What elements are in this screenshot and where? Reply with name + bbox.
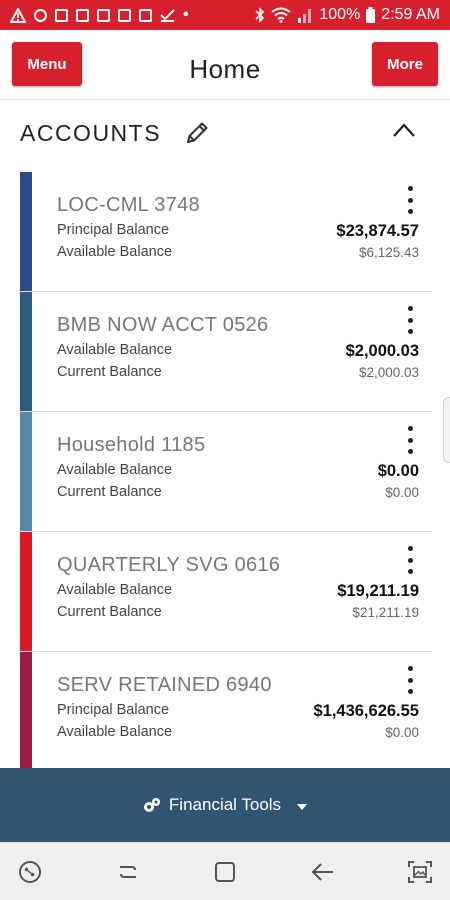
gallery-icon (55, 8, 68, 22)
account-card-household[interactable]: Household 1185 Available Balance $0.00 C… (20, 412, 432, 532)
account-color-bar (20, 652, 32, 772)
account-color-bar (20, 532, 32, 651)
account-color-bar (20, 172, 32, 291)
notification-icons: • (10, 6, 189, 24)
assistant-icon[interactable] (16, 858, 44, 886)
status-bar: • 100% 2:59 AM (0, 0, 450, 30)
kebab-menu-icon[interactable] (404, 306, 416, 334)
caret-down-icon (297, 803, 308, 810)
tools-icon (143, 798, 160, 812)
financial-tools-label: Financial Tools (168, 795, 282, 814)
balance-label-primary: Available Balance (57, 462, 173, 478)
account-name: SERV RETAINED 6940 (57, 674, 272, 696)
bag-icon (139, 8, 152, 22)
balance-label-secondary: Current Balance (57, 604, 162, 620)
balance-label-secondary: Current Balance (57, 364, 162, 380)
signal-icon (298, 9, 312, 23)
balance-label-primary: Available Balance (57, 342, 173, 358)
kebab-menu-icon[interactable] (404, 666, 416, 694)
pencil-icon[interactable] (184, 120, 210, 146)
image-icon (97, 8, 110, 22)
balance-label-primary: Principal Balance (57, 702, 170, 718)
account-card-bmb-now[interactable]: BMB NOW ACCT 0526 Available Balance $2,0… (20, 292, 432, 412)
more-button[interactable]: More (372, 42, 438, 86)
balance-amount-primary: $19,211.19 (337, 582, 419, 600)
wifi-icon (271, 7, 291, 23)
balance-amount-secondary: $21,211.19 (352, 605, 419, 620)
account-name: QUARTERLY SVG 0616 (57, 554, 281, 576)
balance-label-primary: Principal Balance (57, 222, 170, 238)
balance-amount-primary: $0.00 (377, 462, 419, 480)
warning-icon (10, 7, 26, 23)
account-name: BMB NOW ACCT 0526 (57, 314, 269, 336)
app-header: Menu Home More (0, 30, 450, 100)
account-card-quarterly-svg[interactable]: QUARTERLY SVG 0616 Available Balance $19… (20, 532, 432, 652)
balance-amount-secondary: $6,125.43 (358, 245, 419, 260)
recents-icon[interactable] (114, 858, 142, 886)
accounts-list: LOC-CML 3748 Principal Balance $23,874.5… (20, 172, 432, 772)
balance-amount-secondary: $0.00 (385, 485, 419, 500)
balance-label-secondary: Available Balance (57, 244, 173, 260)
balance-amount-primary: $1,436,626.55 (313, 702, 419, 720)
accounts-section-header: ACCOUNTS (0, 100, 450, 170)
balance-amount-secondary: $0.00 (385, 725, 419, 740)
account-card-serv-retained[interactable]: SERV RETAINED 6940 Principal Balance $1,… (20, 652, 432, 772)
account-color-bar (20, 412, 32, 531)
balance-amount-primary: $2,000.03 (345, 342, 419, 360)
account-color-bar (20, 292, 32, 411)
chevron-up-icon[interactable] (392, 122, 416, 138)
balance-amount-primary: $23,874.57 (336, 222, 419, 240)
status-right: 100% 2:59 AM (255, 6, 440, 24)
sync-icon (34, 8, 47, 22)
scroll-indicator[interactable] (443, 397, 450, 463)
balance-label-secondary: Available Balance (57, 724, 173, 740)
account-name: Household 1185 (57, 434, 206, 456)
download-done-icon (160, 9, 175, 22)
kebab-menu-icon[interactable] (404, 186, 416, 214)
more-notifications-icon: • (183, 6, 189, 23)
back-icon[interactable] (309, 858, 337, 886)
financial-tools-button[interactable]: Financial Tools (0, 768, 450, 842)
calculator-icon (76, 8, 89, 22)
account-card-loc-cml[interactable]: LOC-CML 3748 Principal Balance $23,874.5… (20, 172, 432, 292)
status-time: 2:59 AM (381, 6, 440, 23)
card-icon (118, 8, 131, 22)
home-icon[interactable] (211, 858, 239, 886)
kebab-menu-icon[interactable] (404, 426, 416, 454)
battery-percent: 100% (319, 6, 361, 23)
account-name: LOC-CML 3748 (57, 194, 200, 216)
screenshot-icon[interactable] (406, 858, 434, 886)
balance-label-primary: Available Balance (57, 582, 173, 598)
kebab-menu-icon[interactable] (404, 546, 416, 574)
balance-amount-secondary: $2,000.03 (358, 365, 419, 380)
balance-label-secondary: Current Balance (57, 484, 162, 500)
accounts-title: ACCOUNTS (20, 120, 162, 146)
bluetooth-icon (255, 7, 265, 23)
battery-icon (366, 7, 376, 23)
system-nav-bar (0, 842, 450, 900)
